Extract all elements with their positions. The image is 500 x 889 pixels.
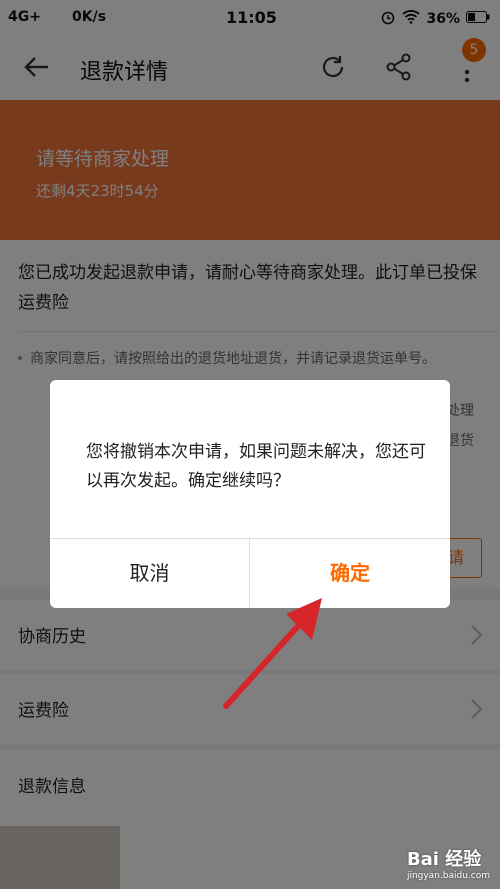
watermark: Bai 经验 jingyan.baidu.com xyxy=(407,845,490,881)
watermark-brand: Bai 经验 xyxy=(406,849,482,870)
dialog-message: 您将撤销本次申请，如果问题未解决，您还可以再次发起。确定继续吗？ xyxy=(86,442,426,491)
cancel-button[interactable]: 取消 xyxy=(50,539,249,608)
confirm-button[interactable]: 确定 xyxy=(250,539,450,608)
confirm-dialog: 您将撤销本次申请，如果问题未解决，您还可以再次发起。确定继续吗？ 取消 确定 xyxy=(50,380,450,608)
watermark-url: jingyan.baidu.com xyxy=(406,871,490,881)
